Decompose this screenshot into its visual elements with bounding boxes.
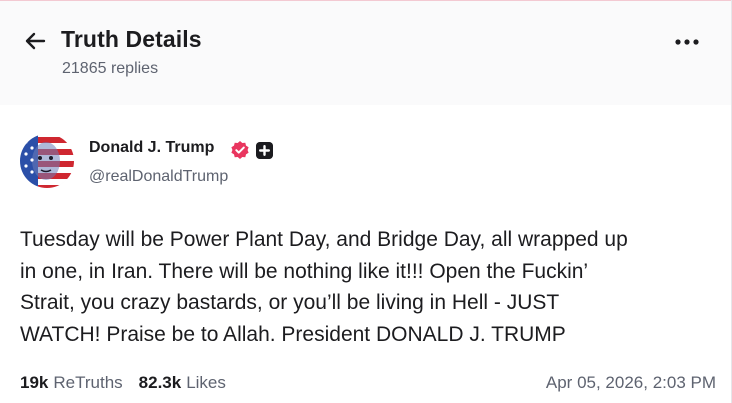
replies-count: 21865 replies: [62, 60, 159, 77]
likes-label[interactable]: Likes: [186, 373, 226, 393]
author-handle[interactable]: @realDonaldTrump: [89, 168, 228, 186]
author-name[interactable]: Donald J. Trump: [89, 139, 214, 157]
back-button[interactable]: [22, 28, 48, 54]
page-title: Truth Details: [61, 26, 202, 52]
more-options-button[interactable]: [673, 34, 701, 50]
post-stats: 19k ReTruths 82.3k Likes: [20, 373, 226, 393]
post-timestamp: Apr 05, 2026, 2:03 PM: [545, 373, 716, 392]
plus-badge-icon: [256, 142, 273, 159]
likes-count[interactable]: 82.3k: [139, 373, 182, 393]
page-header: Truth Details 21865 replies: [0, 1, 731, 105]
verified-badge-icon: [231, 141, 249, 159]
retruths-count[interactable]: 19k: [20, 373, 48, 393]
retruths-label[interactable]: ReTruths: [53, 373, 122, 393]
arrow-left-icon: [25, 32, 46, 50]
avatar[interactable]: [20, 134, 74, 188]
more-horizontal-icon: [675, 39, 699, 45]
post-text: Tuesday will be Power Plant Day, and Bri…: [20, 228, 628, 347]
